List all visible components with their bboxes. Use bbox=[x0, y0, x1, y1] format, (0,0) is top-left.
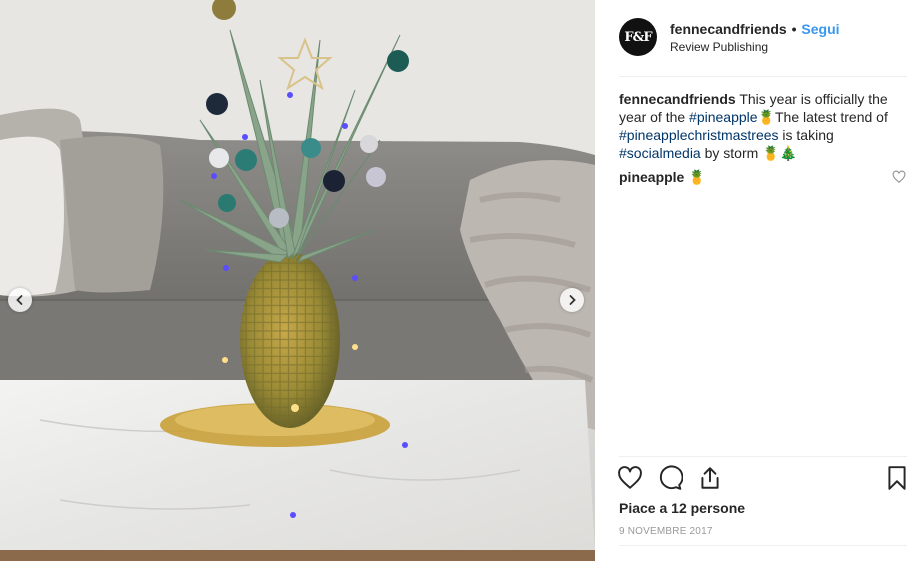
username-link[interactable]: fennecandfriends bbox=[670, 21, 787, 37]
avatar[interactable]: F&F bbox=[619, 18, 657, 56]
divider bbox=[619, 545, 907, 546]
hashtag-link[interactable]: #pineapplechristmastrees bbox=[619, 127, 779, 143]
hashtag-link[interactable]: #pineapple bbox=[689, 109, 758, 125]
comment-item: pineapple 🍍 bbox=[619, 168, 909, 186]
heart-icon bbox=[618, 466, 642, 489]
like-button[interactable] bbox=[617, 465, 645, 493]
next-photo-button[interactable] bbox=[560, 288, 584, 312]
post-date: 9 NOVEMBRE 2017 bbox=[619, 526, 713, 537]
bookmark-icon bbox=[888, 466, 906, 490]
post-photo[interactable] bbox=[0, 0, 595, 561]
share-icon bbox=[701, 467, 719, 489]
follow-button[interactable]: Segui bbox=[801, 21, 839, 37]
caption-emoji: 🍍🎄 bbox=[762, 145, 798, 161]
action-bar bbox=[617, 465, 912, 495]
save-button[interactable] bbox=[884, 465, 912, 493]
pineapple-tree-photo bbox=[0, 0, 595, 561]
comment-text[interactable]: pineapple bbox=[619, 169, 684, 185]
previous-photo-button[interactable] bbox=[8, 288, 32, 312]
avatar-logo-text: F&F bbox=[624, 29, 652, 45]
location-subtitle[interactable]: Review Publishing bbox=[670, 40, 768, 54]
comment-button[interactable] bbox=[657, 465, 685, 493]
caption-username[interactable]: fennecandfriends bbox=[619, 91, 736, 107]
post-side-panel: F&F fennecandfriends • Segui Review Publ… bbox=[595, 0, 919, 561]
separator-dot: • bbox=[791, 21, 797, 37]
instagram-post: F&F fennecandfriends • Segui Review Publ… bbox=[0, 0, 919, 561]
comment-emoji: 🍍 bbox=[688, 169, 706, 185]
chevron-left-icon bbox=[16, 295, 23, 305]
divider bbox=[619, 456, 907, 457]
comment-icon bbox=[659, 465, 684, 490]
header-title-line: fennecandfriends • Segui bbox=[670, 21, 840, 37]
caption-text: by storm bbox=[700, 145, 763, 161]
caption-text: The latest trend of bbox=[775, 109, 888, 125]
post-header: F&F fennecandfriends • Segui Review Publ… bbox=[619, 18, 907, 77]
caption-emoji: 🍍 bbox=[757, 109, 775, 125]
chevron-right-icon bbox=[569, 295, 576, 305]
comment-like-heart-icon[interactable] bbox=[892, 170, 906, 184]
share-button[interactable] bbox=[697, 465, 725, 493]
post-caption: fennecandfriends This year is officially… bbox=[619, 90, 909, 162]
caption-text: is taking bbox=[778, 127, 834, 143]
likes-count[interactable]: Piace a 12 persone bbox=[619, 500, 745, 516]
hashtag-link[interactable]: #socialmedia bbox=[619, 145, 701, 161]
